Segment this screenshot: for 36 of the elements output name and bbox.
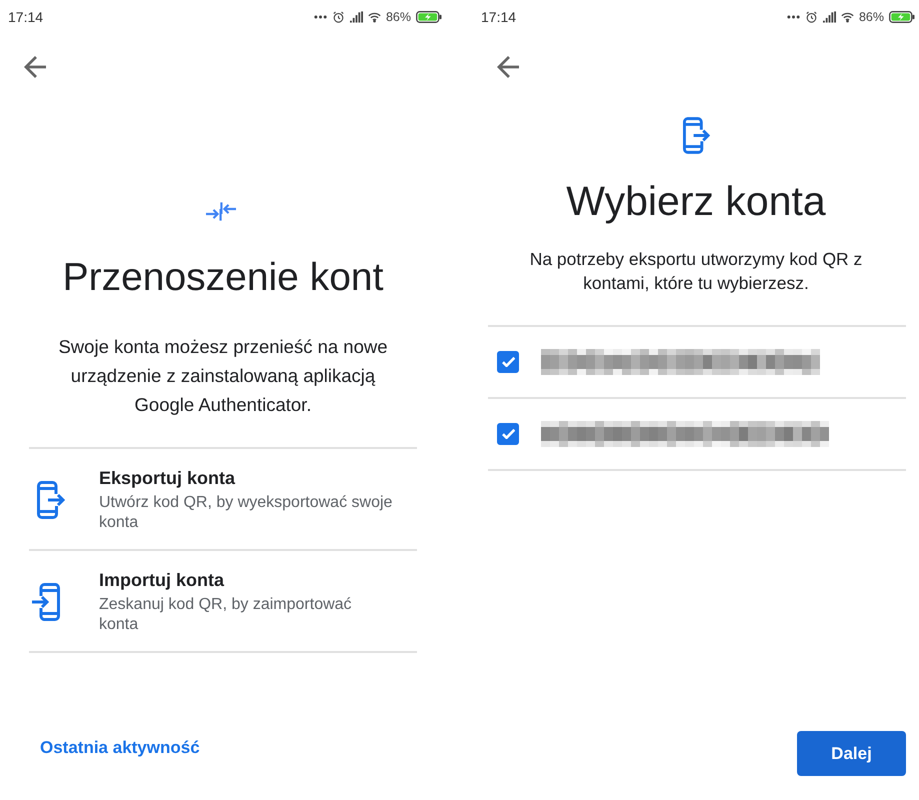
wifi-icon (840, 11, 854, 23)
option-description: Utwórz kod QR, by wyeksportować swoje konta (99, 493, 394, 533)
option-item[interactable]: Eksportuj konta Utwórz kod QR, by wyeksportować swoje konta (29, 449, 417, 551)
status-time: 17:14 (481, 9, 516, 25)
check-icon (502, 357, 514, 367)
option-description: Zeskanuj kod QR, by zaimportować konta (99, 595, 353, 635)
battery-icon (416, 11, 442, 23)
screen-title: Wybierz konta (565, 178, 827, 224)
dots-icon (314, 15, 327, 19)
dots-icon (786, 15, 800, 19)
back-arrow-icon (24, 56, 46, 78)
arrows-inward-icon (206, 202, 236, 221)
signal-icon (822, 11, 836, 23)
wifi-icon (368, 11, 381, 23)
alarm-icon (332, 11, 345, 23)
description-text: Swoje konta możesz przenieść na nowe urządzenie z zainstalowaną aplikacją Google Authenticator. (57, 335, 389, 417)
battery-icon (889, 11, 915, 23)
option-item[interactable]: Importuj konta Zeskanuj kod QR, by zaimportować konta (29, 551, 417, 653)
back-arrow-icon (497, 56, 519, 78)
check-icon (502, 429, 514, 439)
description-text: Na potrzeby eksportu utworzymy kod QR z kontami, które tu wybierzesz. (528, 248, 864, 295)
checkbox[interactable] (497, 351, 519, 373)
signal-icon (350, 11, 363, 23)
screen-title: Przenoszenie kont (62, 256, 384, 300)
phone-arrow-out-icon (682, 117, 710, 154)
status-time: 17:14 (8, 9, 44, 25)
option-title: Importuj konta (99, 569, 226, 592)
checkbox[interactable] (497, 423, 519, 445)
phone-arrow-out-icon (37, 480, 65, 518)
battery-percent: 86% (858, 10, 884, 24)
phone-arrow-in-icon (32, 582, 60, 620)
option-title: Eksportuj konta (99, 467, 236, 490)
next-button[interactable]: Dalej (797, 731, 906, 776)
battery-percent: 86% (386, 10, 411, 24)
recent-activity-link[interactable]: Ostatnia aktywność (40, 738, 200, 757)
alarm-icon (804, 11, 818, 23)
